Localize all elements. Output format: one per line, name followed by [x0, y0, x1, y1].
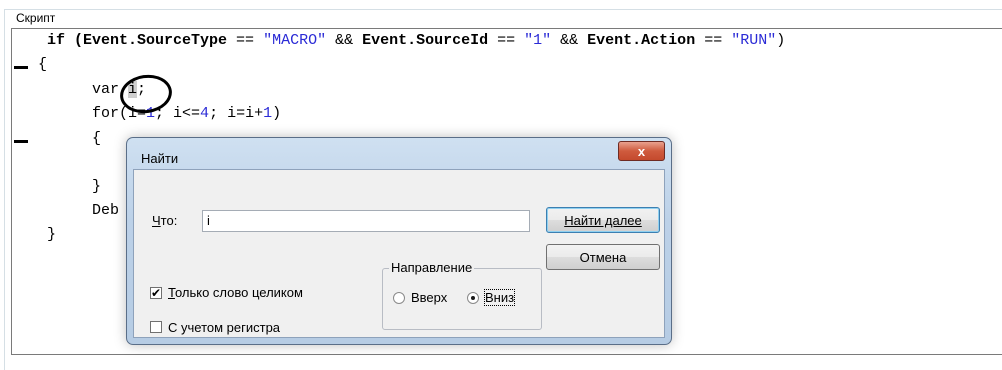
cancel-label: Отмена — [579, 249, 627, 265]
code-token: if ( — [47, 32, 84, 49]
whole-word-label[interactable]: Только слово целиком — [168, 285, 303, 300]
code-line-2: { — [38, 56, 48, 73]
dialog-title: Найти — [141, 151, 179, 166]
direction-up-label[interactable]: Вверх — [411, 290, 447, 305]
find-next-button[interactable]: Найти далее — [546, 207, 660, 233]
code-token: == — [227, 32, 264, 49]
direction-group: Направление Вверх Вниз — [382, 260, 542, 330]
match-case-checkbox[interactable] — [150, 321, 162, 333]
code-string: "1" — [524, 32, 552, 49]
code-line-1: if (Event.SourceType == "MACRO" && Event… — [47, 29, 785, 53]
direction-legend: Направление — [389, 260, 475, 275]
code-token: Event.Action — [587, 32, 696, 49]
code-string: "RUN" — [731, 32, 777, 49]
fold-marker[interactable] — [14, 140, 28, 143]
groupbox-title: Скрипт — [13, 11, 59, 25]
what-label-accel: Ч — [152, 213, 161, 228]
code-token: Event.SourceId — [362, 32, 489, 49]
match-case-label[interactable]: С учетом регистра — [168, 320, 280, 335]
search-input[interactable]: i — [202, 210, 530, 232]
code-line-4: for(i=1; i<=4; i=i+1) — [92, 102, 281, 126]
direction-up-radio[interactable] — [393, 292, 405, 304]
fold-marker[interactable] — [14, 66, 28, 69]
whole-word-accel: Т — [168, 285, 175, 300]
direction-down-label[interactable]: Вниз — [483, 289, 516, 306]
code-line-8: Deb — [92, 202, 120, 219]
code-token: ) — [776, 32, 786, 49]
code-line-5: { — [92, 130, 102, 147]
dialog-client: Что: i Найти далее Отмена ✔ Только слово… — [133, 169, 665, 338]
whole-word-checkbox[interactable]: ✔ — [150, 287, 162, 299]
code-token: ) — [272, 105, 282, 122]
checkmark-icon: ✔ — [151, 286, 162, 300]
direction-down-radio[interactable] — [467, 292, 479, 304]
what-label: Что: — [152, 213, 177, 228]
code-token: && — [326, 32, 363, 49]
code-line-9: } — [47, 226, 57, 243]
what-label-text: то: — [160, 213, 178, 228]
code-line-7: } — [92, 178, 102, 195]
code-token: ; i=i+ — [209, 105, 264, 122]
code-string: "MACRO" — [263, 32, 327, 49]
code-number: 4 — [200, 105, 210, 122]
cancel-button[interactable]: Отмена — [546, 244, 660, 270]
close-button[interactable]: x — [618, 141, 665, 161]
whole-word-text: олько слово целиком — [174, 285, 303, 300]
search-input-value: i — [207, 213, 210, 228]
code-token: && — [551, 32, 588, 49]
close-icon: x — [637, 143, 646, 159]
code-number: 1 — [263, 105, 273, 122]
find-dialog: Найти x Что: i Найти далее Отмена ✔ Толь… — [126, 137, 672, 345]
code-token: == — [695, 32, 732, 49]
code-token: == — [488, 32, 525, 49]
code-token: Event.SourceType — [83, 32, 228, 49]
find-next-label: Найти далее — [564, 212, 642, 228]
